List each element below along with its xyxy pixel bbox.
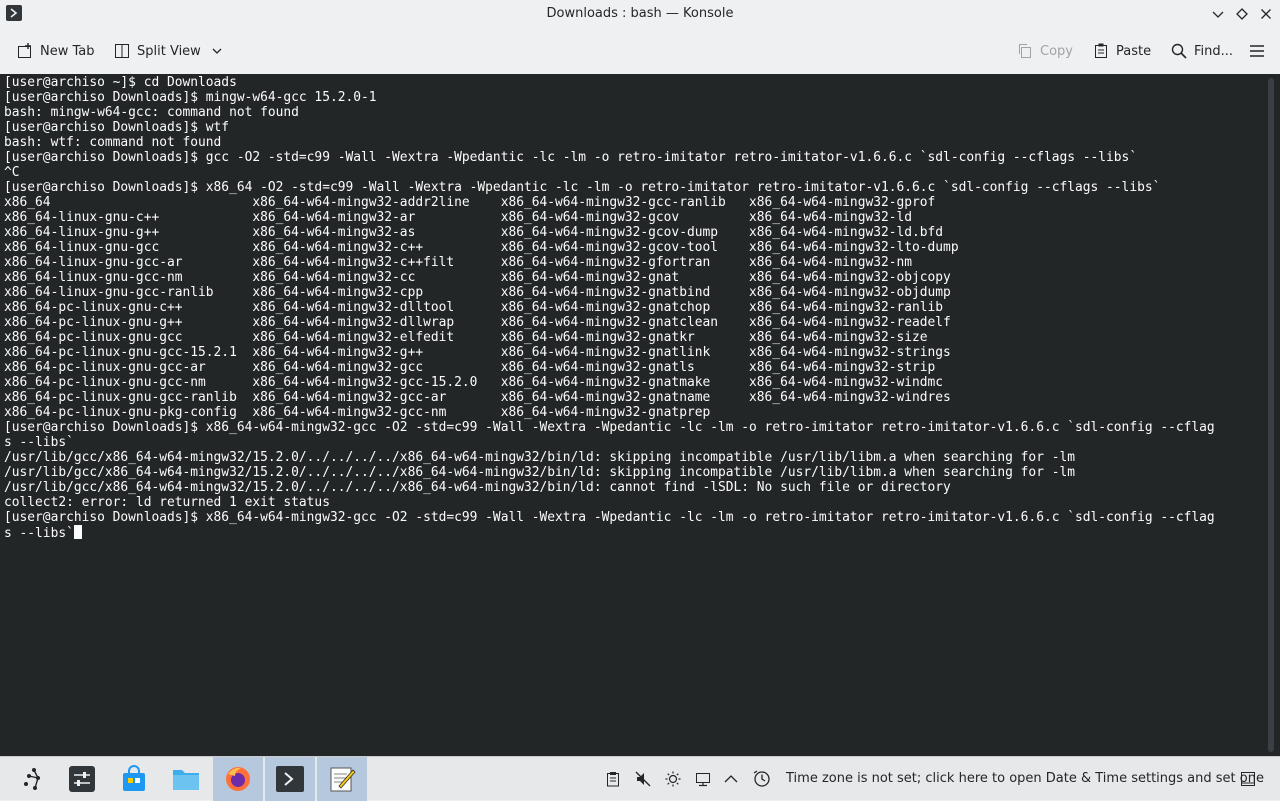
terminal-cursor — [73, 525, 82, 539]
terminal-line: /usr/lib/gcc/x86_64-w64-mingw32/15.2.0/.… — [4, 450, 1075, 465]
terminal-history: [user@archiso ~]$ cd Downloads [user@arc… — [4, 75, 1215, 525]
new-tab-label: New Tab — [40, 43, 95, 59]
paste-button[interactable]: Paste — [1092, 39, 1151, 63]
title-bar: Downloads : bash — Konsole — [0, 0, 1280, 28]
window-title: Downloads : bash — Konsole — [546, 6, 734, 21]
terminal-output: [user@archiso ~]$ cd Downloads [user@arc… — [4, 75, 1215, 541]
show-desktop-button[interactable] — [1238, 769, 1258, 789]
hamburger-menu-icon — [1250, 45, 1264, 57]
split-view-label: Split View — [137, 43, 201, 59]
split-view-icon — [115, 44, 129, 58]
copy-icon — [1019, 44, 1031, 58]
terminal-line: x86_64-pc-linux-gnu-gcc-ranlib x86_64-w6… — [4, 390, 951, 405]
terminal-line: [user@archiso Downloads]$ mingw-w64-gcc … — [4, 90, 377, 105]
task-kate[interactable] — [317, 757, 367, 801]
close-icon — [1261, 9, 1271, 19]
task-discover[interactable] — [109, 757, 159, 801]
show-desktop-icon — [1241, 772, 1255, 786]
toolbar: New Tab Split View Copy Paste Find... — [0, 28, 1280, 74]
taskbar: Time zone is not set; click here to open… — [0, 756, 1280, 801]
terminal-line: [user@archiso Downloads]$ wtf — [4, 120, 230, 135]
terminal-scrollbar[interactable] — [1268, 78, 1274, 752]
network-wired-icon — [696, 773, 710, 787]
terminal-current-line: s --libs` — [4, 526, 74, 541]
diamond-icon — [1236, 8, 1248, 20]
terminal-line: /usr/lib/gcc/x86_64-w64-mingw32/15.2.0/.… — [4, 480, 951, 495]
tray-volume[interactable] — [633, 769, 653, 789]
task-firefox[interactable] — [213, 757, 263, 801]
folder-icon — [173, 770, 199, 790]
discover-store-icon — [123, 765, 145, 791]
terminal-line: x86_64-pc-linux-gnu-pkg-config x86_64-w6… — [4, 405, 711, 420]
terminal-line: [user@archiso Downloads]$ x86_64-w64-min… — [4, 420, 1215, 435]
new-tab-icon — [18, 43, 31, 58]
minimize-button[interactable] — [1208, 4, 1228, 24]
terminal-line: x86_64-linux-gnu-gcc-ar x86_64-w64-mingw… — [4, 255, 913, 270]
terminal-icon — [276, 766, 304, 792]
terminal-line: [user@archiso Downloads]$ gcc -O2 -std=c… — [4, 150, 1138, 165]
task-system-settings[interactable] — [57, 757, 107, 801]
clock-warning-icon — [753, 770, 770, 787]
chevron-down-icon[interactable] — [211, 45, 223, 57]
new-tab-button[interactable]: New Tab — [16, 39, 95, 63]
find-button[interactable]: Find... — [1170, 39, 1233, 63]
terminal-line: x86_64-linux-gnu-gcc-nm x86_64-w64-mingw… — [4, 270, 951, 285]
settings-icon — [69, 766, 95, 792]
firefox-icon — [226, 767, 250, 791]
terminal-line: x86_64-pc-linux-gnu-gcc-15.2.1 x86_64-w6… — [4, 345, 951, 360]
brightness-icon — [665, 771, 681, 787]
task-dolphin[interactable] — [161, 757, 211, 801]
terminal-line: /usr/lib/gcc/x86_64-w64-mingw32/15.2.0/.… — [4, 465, 1075, 480]
find-label: Find... — [1194, 43, 1234, 59]
tray-expand[interactable] — [721, 769, 741, 789]
terminal-view[interactable]: [user@archiso ~]$ cd Downloads [user@arc… — [0, 74, 1280, 756]
app-launcher-icon — [24, 768, 40, 790]
terminal-line: bash: wtf: command not found — [4, 135, 222, 150]
terminal-line: x86_64-pc-linux-gnu-gcc-ar x86_64-w64-mi… — [4, 360, 936, 375]
terminal-line: bash: mingw-w64-gcc: command not found — [4, 105, 299, 120]
terminal-line: x86_64-pc-linux-gnu-gcc-nm x86_64-w64-mi… — [4, 375, 944, 390]
terminal-line: x86_64-linux-gnu-c++ x86_64-w64-mingw32-… — [4, 210, 913, 225]
terminal-line: x86_64-pc-linux-gnu-g++ x86_64-w64-mingw… — [4, 315, 951, 330]
terminal-line: collect2: error: ld returned 1 exit stat… — [4, 495, 330, 510]
copy-label: Copy — [1040, 43, 1073, 59]
tray-brightness[interactable] — [663, 769, 683, 789]
time-zone-notice[interactable]: Time zone is not set; click here to open… — [786, 771, 1264, 786]
terminal-line: x86_64-linux-gnu-gcc x86_64-w64-mingw32-… — [4, 240, 959, 255]
terminal-line: ^C — [4, 165, 20, 180]
chevron-down-icon — [1212, 11, 1224, 18]
chevron-up-icon — [724, 775, 738, 783]
clipboard-icon — [607, 772, 619, 787]
terminal-line: x86_64 x86_64-w64-mingw32-addr2line x86_… — [4, 195, 936, 210]
split-view-button[interactable]: Split View — [113, 39, 223, 63]
paste-icon — [1095, 43, 1107, 58]
application-launcher[interactable] — [8, 757, 58, 801]
hamburger-menu-button[interactable] — [1248, 39, 1266, 63]
copy-button[interactable]: Copy — [1016, 39, 1073, 63]
tray-clipboard[interactable] — [603, 769, 623, 789]
terminal-line: x86_64-linux-gnu-g++ x86_64-w64-mingw32-… — [4, 225, 944, 240]
paste-label: Paste — [1116, 43, 1152, 59]
task-konsole[interactable] — [265, 757, 315, 801]
terminal-line: x86_64-pc-linux-gnu-gcc x86_64-w64-mingw… — [4, 330, 928, 345]
maximize-button[interactable] — [1232, 4, 1252, 24]
terminal-line: x86_64-linux-gnu-gcc-ranlib x86_64-w64-m… — [4, 285, 951, 300]
terminal-line: x86_64-pc-linux-gnu-c++ x86_64-w64-mingw… — [4, 300, 944, 315]
text-editor-icon — [330, 767, 356, 792]
volume-muted-icon — [635, 771, 651, 787]
tray-clock[interactable] — [752, 769, 772, 789]
terminal-line: s --libs` — [4, 435, 74, 450]
search-icon — [1171, 43, 1187, 59]
close-button[interactable] — [1256, 4, 1276, 24]
terminal-line: [user@archiso ~]$ cd Downloads — [4, 75, 237, 90]
terminal-line: [user@archiso Downloads]$ x86_64-w64-min… — [4, 510, 1215, 525]
terminal-line: [user@archiso Downloads]$ x86_64 -O2 -st… — [4, 180, 1161, 195]
tray-network[interactable] — [693, 769, 713, 789]
